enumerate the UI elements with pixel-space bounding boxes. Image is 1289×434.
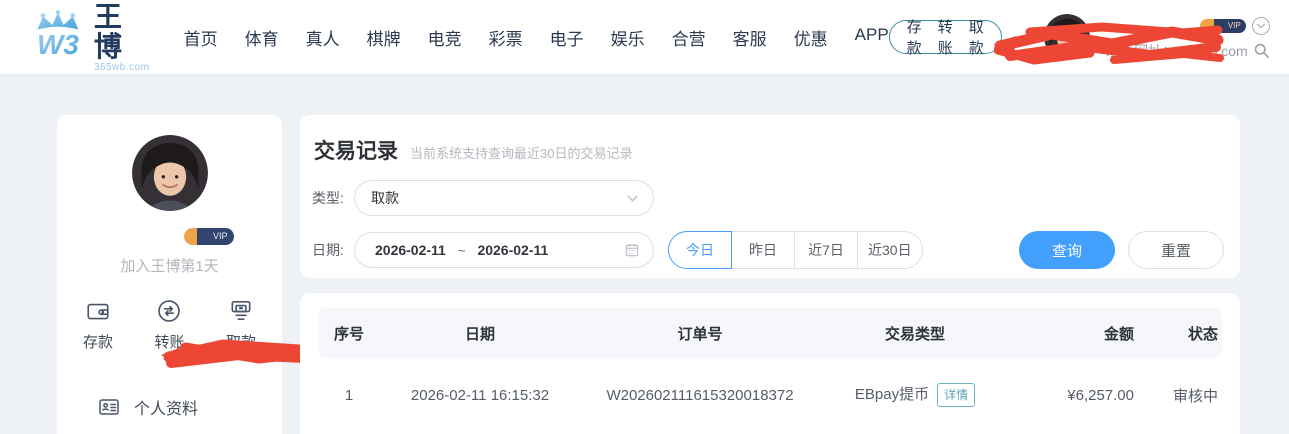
type-selected-value: 取款 [371,190,399,206]
action-label: 取款 [225,334,256,351]
nav-item-entertainment[interactable]: 娱乐 [611,25,645,50]
transaction-table-panel: 序号 日期 订单号 交易类型 金额 状态 1 2026-02-11 16:15:… [300,293,1240,434]
withdraw-icon [228,298,254,324]
range-today-button[interactable]: 今日 [668,231,732,269]
transaction-filter-panel: 交易记录 当前系统支持查询最近30日的交易记录 类型: 取款 日期: 2026-… [300,115,1240,278]
col-type: 交易类型 [884,325,945,343]
avatar-photo [1043,14,1090,60]
type-select[interactable]: 取款 [354,180,654,216]
user-avatar[interactable] [1043,14,1090,60]
permanent-url-text: 永久网址：365wb.com [1106,42,1248,59]
brand-domain: 365wb.com [93,61,150,73]
date-end: 2026-02-11 [477,242,549,258]
reset-button[interactable]: 重置 [1128,231,1224,269]
wallet-icon [85,298,111,324]
nav-item-slots[interactable]: 电子 [550,25,584,50]
range-7days-button[interactable]: 近7日 [794,231,858,269]
table-header: 序号 日期 订单号 交易类型 金额 状态 [318,308,1222,358]
avatar-photo [131,135,208,211]
range-yesterday-button[interactable]: 昨日 [731,231,795,269]
page-title: 交易记录 [314,140,398,163]
row-amount: ¥6,257.00 [1067,386,1134,404]
menu-label: 个人资料 [134,401,199,418]
brand-name: 王博 [93,0,124,62]
row-date: 2026-02-11 16:15:32 [410,386,550,404]
transaction-type-text: EBpay提币 [854,386,930,403]
sidebar-quick-actions: 存款 转账 取款 [57,298,282,352]
chevron-down-icon[interactable] [1251,16,1270,35]
join-days-text: 加入王博第1天 [120,258,219,275]
nav-item-app[interactable]: APP [855,25,889,50]
nav-item-service[interactable]: 客服 [733,25,767,50]
action-label: 存款 [83,334,114,351]
sidebar-menu: 个人资料 VIP特权 [57,382,282,434]
sidebar-transfer[interactable]: 转账 [154,298,185,352]
withdraw-link[interactable]: 取款 [969,16,984,58]
detail-button[interactable]: 详情 [937,383,976,407]
sidebar-withdraw[interactable]: 取款 [226,298,256,352]
nav-item-sports[interactable]: 体育 [245,25,279,50]
nav-item-live[interactable]: 真人 [306,25,340,50]
top-navbar: W3 王博 365wb.com 首页 体育 真人 棋牌 电竞 彩票 电子 娱乐 … [0,0,1289,75]
date-quick-ranges: 今日 昨日 近7日 近30日 [668,231,923,269]
date-label: 日期: [312,242,344,258]
user-info: VIP 永久网址：365wb.com [1100,14,1270,61]
transfer-link[interactable]: 转账 [938,16,953,58]
username-row: VIP [57,219,282,253]
nav-item-chess[interactable]: 棋牌 [367,25,401,50]
action-label: 转账 [154,334,185,351]
vip-badge: VIP [1199,18,1246,33]
table-row: 1 2026-02-11 16:15:32 W20260211161532001… [318,358,1222,432]
nav-item-home[interactable]: 首页 [184,25,218,50]
row-type: EBpay提币 详情 [820,383,1010,407]
col-amount: 金额 [1103,325,1134,343]
vip-badge: VIP [183,227,234,245]
navbar-right: 存款 转账 取款 VIP 永久网址：365wb.com [888,14,1270,64]
wallet-quick-links: 存款 转账 取款 [888,19,1002,57]
row-index: 1 [344,386,354,404]
nav-item-esports[interactable]: 电竞 [428,25,462,50]
search-button[interactable]: 查询 [1019,231,1115,269]
svg-text:W3: W3 [37,29,79,60]
date-start: 2026-02-11 [375,242,446,258]
col-status: 状态 [1187,325,1218,343]
date-range-input[interactable]: 2026-02-11 ~ 2026-02-11 [354,232,654,268]
main-nav: 首页 体育 真人 棋牌 电竞 彩票 电子 娱乐 合营 客服 优惠 APP [184,25,889,50]
calendar-icon [624,242,640,258]
col-order-no: 订单号 [677,325,723,343]
crown-w3-logo-icon: W3 [37,10,79,60]
page-subtitle: 当前系统支持查询最近30日的交易记录 [410,146,633,161]
row-status: 审核中 [1172,387,1218,405]
sidebar-deposit[interactable]: 存款 [83,298,113,352]
id-card-icon [97,395,121,419]
transfer-icon [156,298,182,324]
sidebar-item-profile[interactable]: 个人资料 [57,382,282,432]
brand-logo[interactable]: W3 王博 365wb.com [30,0,152,73]
nav-item-promotions[interactable]: 优惠 [794,25,828,50]
row-order-no: W202602111615320018372 [606,386,794,404]
profile-avatar[interactable] [131,135,208,211]
profile-sidebar: VIP 加入王博第1天 存款 转账 取款 个人资料 [57,115,310,434]
search-icon[interactable] [1253,42,1270,59]
col-index: 序号 [333,325,364,343]
nav-item-partnership[interactable]: 合营 [672,25,706,50]
date-separator: ~ [457,242,466,258]
nav-item-lottery[interactable]: 彩票 [489,25,523,50]
deposit-link[interactable]: 存款 [907,16,922,58]
col-date: 日期 [464,325,495,343]
range-30days-button[interactable]: 近30日 [857,231,923,269]
type-label: 类型: [312,190,344,206]
chevron-down-icon [626,192,639,205]
